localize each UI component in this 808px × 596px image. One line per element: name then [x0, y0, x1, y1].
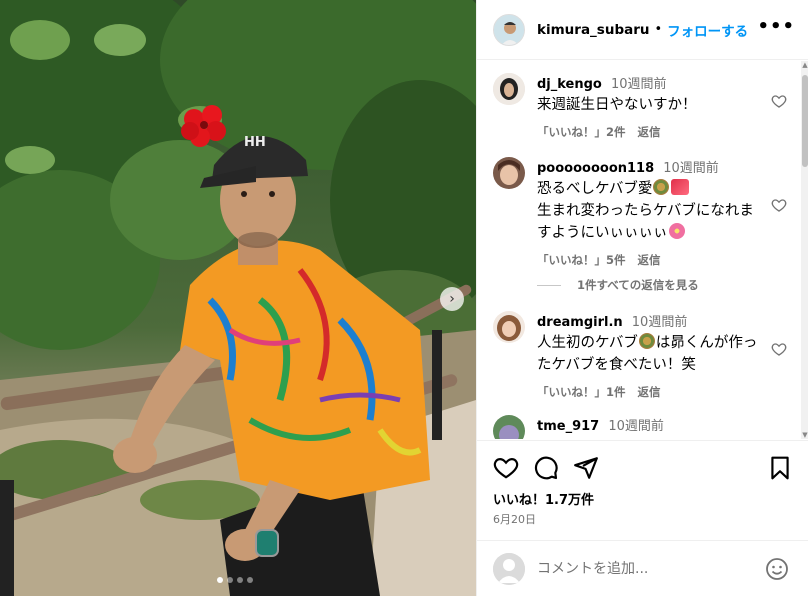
carousel-dot — [247, 577, 253, 583]
comment-time[interactable]: 10週間前 — [663, 161, 719, 176]
comment-text: 来週誕生日やないすか！ — [537, 97, 697, 113]
comment-text: 人生初のケバブ は昴くんが作ったケバブを食べたい！笑 — [537, 332, 759, 376]
carousel-next-button[interactable]: › — [440, 287, 464, 311]
comment-time[interactable]: 10週間前 — [608, 419, 664, 434]
comment-like-count[interactable]: 「いいね！」5件 — [537, 252, 626, 268]
comments-list: dj_kengo 10週間前 来週誕生日やないすか！ 「いいね！」2件 返信 p… — [477, 61, 801, 439]
commenter-avatar[interactable] — [493, 415, 525, 439]
comment-body: dj_kengo 10週間前 来週誕生日やないすか！ 「いいね！」2件 返信 — [537, 73, 759, 140]
comment-item: poooooooon118 10週間前 恐るべしケバブ愛 生まれ変わったらケバブ… — [493, 157, 789, 267]
post-side-panel: kimura_subaru • フォローする ••• dj_kengo 10週間… — [476, 0, 808, 596]
author-username[interactable]: kimura_subaru — [537, 22, 650, 38]
heart-icon[interactable] — [493, 455, 519, 481]
more-icon: ••• — [757, 16, 795, 37]
post-photo[interactable]: HH › — [0, 0, 476, 596]
commenter-avatar-image — [493, 157, 525, 189]
comment-like-count[interactable]: 「いいね！」2件 — [537, 124, 626, 140]
comment-meta: 「いいね！」2件 返信 — [537, 124, 759, 140]
comment-item: tme_917 10週間前 — [493, 415, 789, 439]
comment-meta: 「いいね！」5件 返信 — [537, 252, 759, 268]
carousel-indicator — [217, 577, 253, 583]
heart-icon[interactable] — [771, 93, 787, 109]
commenter-avatar-image — [493, 415, 525, 439]
default-avatar-icon — [493, 553, 525, 585]
hibiscus-emoji-icon — [668, 223, 685, 239]
more-options-button[interactable]: ••• — [757, 18, 795, 36]
carousel-dot — [237, 577, 243, 583]
follow-button[interactable]: フォローする — [667, 20, 748, 40]
author-avatar[interactable] — [493, 13, 525, 46]
carousel-dot — [217, 577, 223, 583]
comment-meta: 「いいね！」1件 返信 — [537, 384, 759, 400]
comment-time[interactable]: 10週間前 — [632, 315, 688, 330]
instagram-post-view: HH › kimura_subaru • フォローする ••• dj_kengo… — [0, 0, 808, 596]
heart-icon[interactable] — [771, 197, 787, 213]
post-header: kimura_subaru • フォローする ••• — [477, 0, 808, 60]
reply-button[interactable]: 返信 — [638, 124, 661, 140]
reply-button[interactable]: 返信 — [638, 384, 661, 400]
comment-username[interactable]: dj_kengo — [537, 77, 602, 92]
comment-body: poooooooon118 10週間前 恐るべしケバブ愛 生まれ変わったらケバブ… — [537, 157, 759, 268]
carousel-dot — [227, 577, 233, 583]
comment-body: tme_917 10週間前 — [537, 415, 759, 434]
comment-input[interactable] — [537, 557, 757, 581]
scroll-down-icon[interactable]: ▼ — [801, 431, 808, 439]
header-separator: • — [654, 22, 663, 37]
comment-time[interactable]: 10週間前 — [611, 77, 667, 92]
commenter-avatar[interactable] — [493, 73, 525, 105]
emoji-icon[interactable] — [765, 557, 789, 581]
comment-item: dj_kengo 10週間前 来週誕生日やないすか！ 「いいね！」2件 返信 — [493, 73, 789, 143]
svg-text:HH: HH — [244, 135, 266, 150]
comment-item: dreamgirl.n 10週間前 人生初のケバブ は昴くんが作ったケバブを食べた… — [493, 311, 789, 401]
comment-composer — [477, 540, 808, 596]
comment-username[interactable]: tme_917 — [537, 419, 599, 434]
scroll-up-icon[interactable]: ▲ — [801, 61, 808, 69]
bookmark-icon[interactable] — [767, 455, 793, 481]
replies-divider — [537, 284, 561, 286]
comments-scrollbar[interactable]: ▲ ▼ — [801, 61, 808, 439]
share-icon[interactable] — [573, 455, 599, 481]
comment-text-line: 生まれ変わったらケバブになれますようにいぃぃぃぃ — [537, 203, 754, 241]
commenter-avatar[interactable] — [493, 157, 525, 189]
commenter-avatar-image — [493, 311, 525, 343]
kebab-emoji-icon — [638, 333, 655, 349]
comment-icon[interactable] — [533, 455, 559, 481]
chevron-right-icon: › — [449, 291, 455, 307]
kebab-emoji-icon — [653, 179, 670, 195]
comment-username[interactable]: dreamgirl.n — [537, 315, 623, 330]
reply-button[interactable]: 返信 — [638, 252, 661, 268]
photo-illustration: HH — [0, 0, 476, 596]
post-actions: いいね！1.7万件 6月20日 — [477, 440, 808, 532]
view-replies-label: 1件すべての返信を見る — [577, 278, 699, 292]
comment-text-line: 人生初のケバブ — [537, 335, 638, 351]
commenter-avatar[interactable] — [493, 311, 525, 343]
heart-icon[interactable] — [771, 341, 787, 357]
heart-emoji-icon — [671, 179, 690, 195]
post-date[interactable]: 6月20日 — [493, 511, 536, 527]
comment-text: 恐るべしケバブ愛 生まれ変わったらケバブになれますようにいぃぃぃぃ — [537, 178, 759, 244]
scrollbar-thumb[interactable] — [802, 75, 808, 167]
view-replies-button[interactable]: 1件すべての返信を見る — [537, 277, 699, 293]
author-avatar-image — [494, 14, 524, 45]
comment-text-line: 恐るべしケバブ愛 — [537, 181, 653, 197]
comment-username[interactable]: poooooooon118 — [537, 161, 654, 176]
current-user-avatar — [493, 553, 525, 585]
likes-count[interactable]: いいね！1.7万件 — [493, 489, 594, 508]
commenter-avatar-image — [493, 73, 525, 105]
comment-body: dreamgirl.n 10週間前 人生初のケバブ は昴くんが作ったケバブを食べた… — [537, 311, 759, 400]
comment-like-count[interactable]: 「いいね！」1件 — [537, 384, 626, 400]
